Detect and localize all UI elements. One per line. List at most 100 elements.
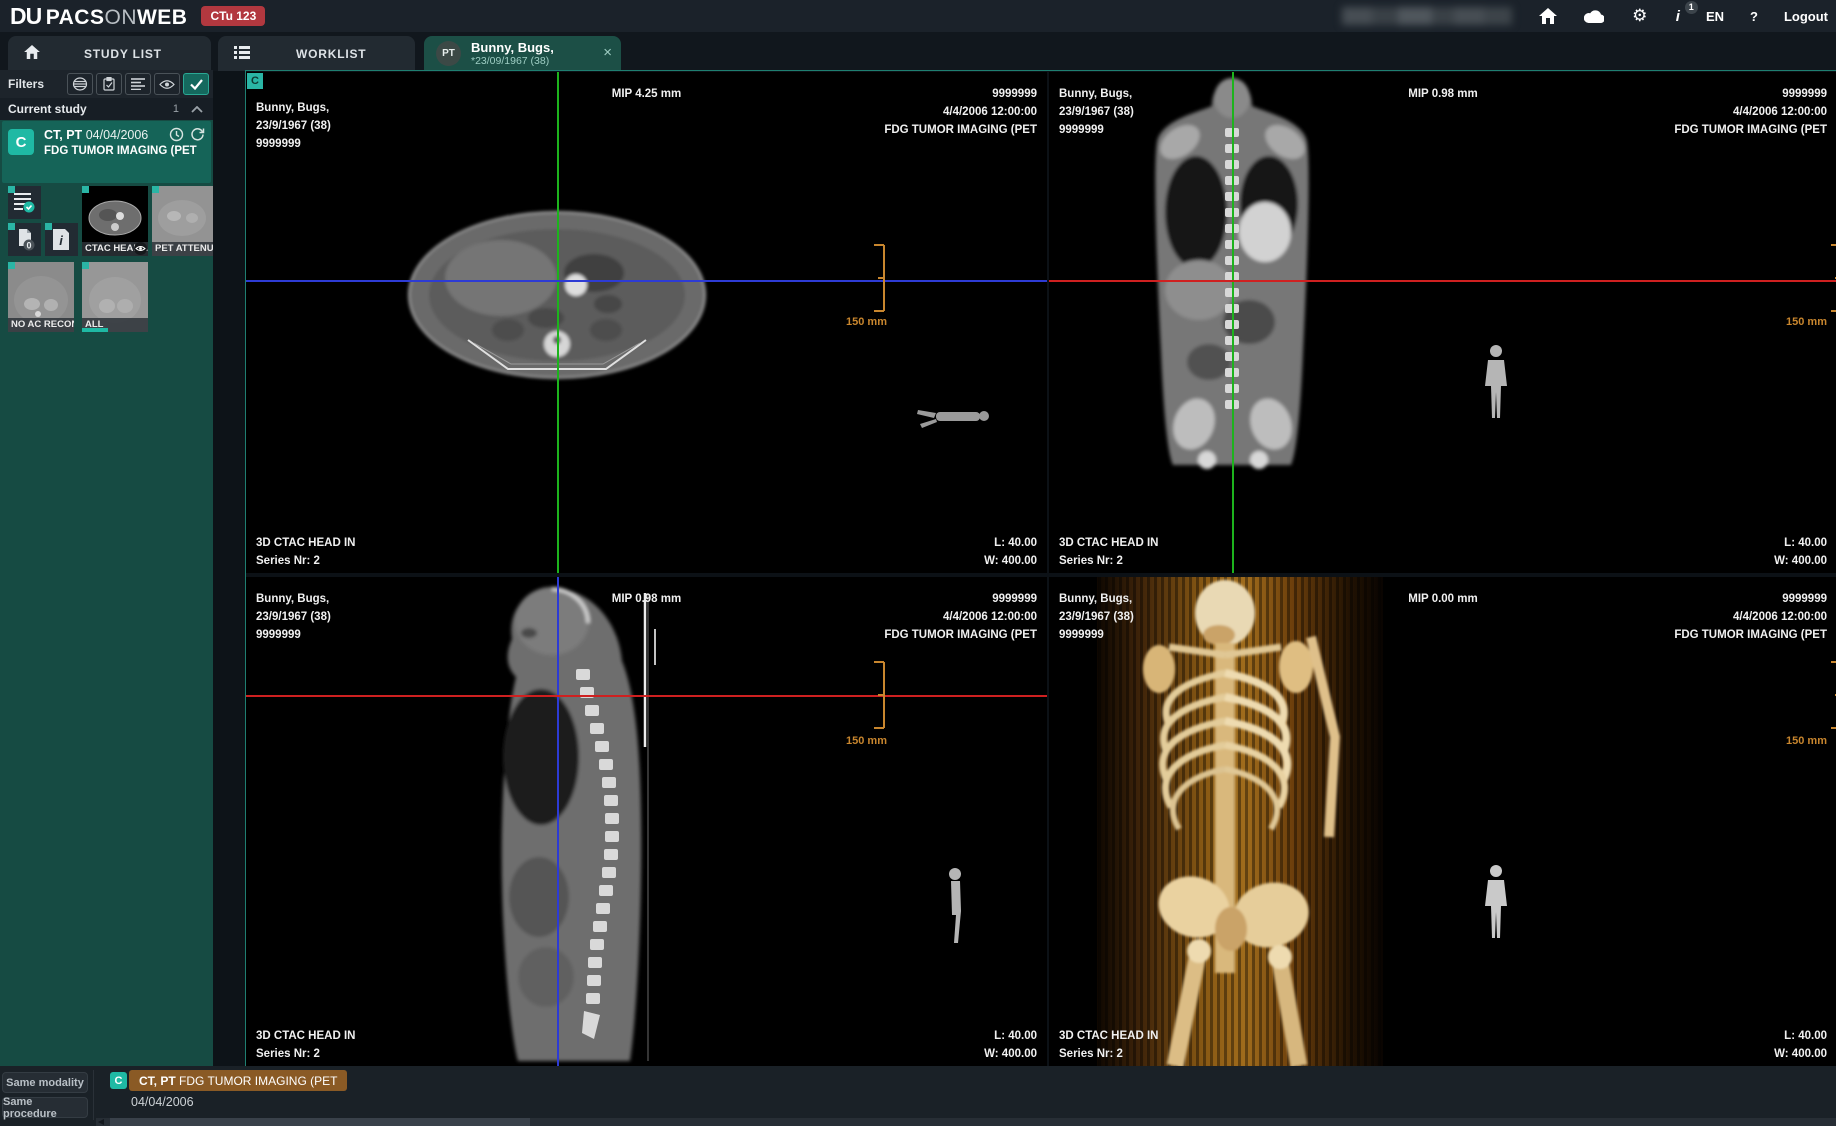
scale-label: 150 mm [1786,735,1827,747]
crosshair-vertical-blue[interactable] [557,577,559,1066]
series-thumbnail-all[interactable]: ALL [82,262,148,332]
scale-label: 150 mm [1786,316,1827,328]
top-bar: DU PACSONWEB CTu 123 ⚙ i 1 EN ? Logout [0,0,1836,32]
scale-ruler [1829,661,1836,729]
scale-ruler [872,661,886,729]
attachments-thumbnail[interactable]: 0 [8,223,41,256]
viewport-sagittal[interactable]: Bunny, Bugs,23/9/1967 (38)9999999 MIP 0.… [246,577,1047,1066]
cloud-icon[interactable] [1584,6,1604,26]
series-thumbnail-noac[interactable]: NO AC RECON [8,262,74,332]
study-modality-date: CT, PT 04/04/2006 [44,128,148,142]
tab-row: STUDY LIST WORKLIST PT Bunny, Bugs, *23/… [0,32,1836,71]
overlay-series-info: 3D CTAC HEAD INSeries Nr: 2 [256,534,355,570]
coronal-ct-image [1049,72,1836,573]
close-icon[interactable]: × [603,44,612,61]
notification-count-badge: 1 [1685,1,1698,14]
same-modality-button[interactable]: Same modality [2,1072,88,1093]
home-icon [24,45,40,62]
info-document-icon: i [52,228,70,251]
pacsonweb-logo: DU PACSONWEB [10,3,187,30]
overlay-study-info: 99999994/4/2006 12:00:00FDG TUMOR IMAGIN… [1674,85,1827,139]
refresh-sync-icon[interactable] [190,127,205,142]
study-count: 1 [173,103,179,115]
overlay-window-level: L: 40.00W: 400.00 [984,1027,1037,1063]
series-sidebar: Filters Current study 1 C CT, PT 04/04/2 [0,70,213,1066]
overlay-series-info: 3D CTAC HEAD INSeries Nr: 2 [1059,534,1158,570]
overlay-window-level: L: 40.00W: 400.00 [984,534,1037,570]
loading-progress-bar [82,328,108,332]
study-c-badge: C [8,129,34,155]
timeline-scrollbar[interactable] [96,1118,1836,1126]
timeline-study-date: 04/04/2006 [131,1095,194,1109]
orientation-figure-front [1485,345,1507,418]
crosshair-vertical-green[interactable] [1232,72,1234,573]
viewport-axial[interactable]: C Bunny, Bugs,23/9/1967 (38)9999999 MIP … [246,72,1047,573]
logo-du: DU [10,3,41,30]
current-study-header[interactable]: Current study 1 [0,98,213,120]
tab-patient[interactable]: PT Bunny, Bugs, *23/09/1967 (38) × [424,36,621,71]
language-selector[interactable]: EN [1706,9,1724,24]
timeline-study-pill[interactable]: CT, PT FDG TUMOR IMAGING (PET [129,1070,347,1091]
svg-text:i: i [59,233,63,248]
version-badge: CTu 123 [201,6,265,26]
attachments-icon: 0 [14,228,36,251]
scrollbar-thumb[interactable] [110,1118,530,1126]
filter-series-icon[interactable] [125,73,151,95]
scale-ruler [1829,244,1836,312]
orientation-lying-figure [917,410,989,428]
crosshair-horizontal-blue[interactable] [246,280,1047,282]
filter-visibility-eye-icon[interactable] [154,73,180,95]
study-info-thumbnail[interactable]: i [45,223,78,256]
filters-bar: Filters [0,70,213,98]
same-procedure-button[interactable]: Same procedure [2,1097,88,1118]
info-icon[interactable]: i 1 [1676,8,1680,25]
visible-eye-icon[interactable] [134,242,147,255]
chevron-up-icon[interactable] [191,106,203,113]
patient-dob: *23/09/1967 (38) [471,55,554,67]
overlay-study-info: 99999994/4/2006 12:00:00FDG TUMOR IMAGIN… [1674,590,1827,644]
volume-render-image [1049,577,1836,1066]
overlay-series-info: 3D CTAC HEAD INSeries Nr: 2 [256,1027,355,1063]
prior-studies-bar: Same modality Same procedure C CT, PT FD… [0,1066,1836,1126]
patient-name: Bunny, Bugs, [471,41,554,55]
filters-label: Filters [8,77,44,91]
study-card[interactable]: C CT, PT 04/04/2006 FDG TUMOR IMAGING (P… [2,121,211,183]
history-clock-icon[interactable] [169,127,184,142]
worklist-icon [234,46,250,62]
report-thumbnail[interactable] [8,186,41,219]
report-icon [13,191,35,213]
home-icon[interactable] [1538,6,1558,26]
logout-button[interactable]: Logout [1784,9,1828,24]
settings-gear-icon[interactable]: ⚙ [1630,6,1650,26]
axial-ct-image [246,72,1047,573]
orientation-figure-side [949,868,961,943]
help-button[interactable]: ? [1750,9,1758,24]
study-description: FDG TUMOR IMAGING (PET [44,145,197,157]
tab-worklist[interactable]: WORKLIST [218,36,415,71]
crosshair-horizontal-red[interactable] [1049,280,1836,282]
series-thumbnail-pet-atten[interactable]: PET ATTENUA... [152,186,213,256]
overlay-patient-info: Bunny, Bugs,23/9/1967 (38)9999999 [256,99,331,153]
scale-ruler [872,244,886,312]
filter-protocol-icon[interactable] [96,73,122,95]
scale-label: 150 mm [846,316,887,328]
scrollbar-left-arrow[interactable] [98,1119,104,1125]
timeline-c-badge: C [110,1072,127,1089]
series-thumbnail-ctac[interactable]: CTAC HEAD... [82,186,148,256]
overlay-window-level: L: 40.00W: 400.00 [1774,534,1827,570]
modality-pt-badge: PT [436,41,461,66]
orientation-figure-front [1485,865,1507,938]
overlay-study-info: 99999994/4/2006 12:00:00FDG TUMOR IMAGIN… [884,590,1037,644]
crosshair-vertical-green[interactable] [557,72,559,573]
overlay-series-info: 3D CTAC HEAD INSeries Nr: 2 [1059,1027,1158,1063]
filter-selected-check-icon[interactable] [183,73,209,95]
viewport-grid: C Bunny, Bugs,23/9/1967 (38)9999999 MIP … [245,70,1836,1066]
filter-bodypart-icon[interactable] [67,73,93,95]
sagittal-ct-image [246,577,1047,1066]
overlay-study-info: 99999994/4/2006 12:00:00FDG TUMOR IMAGIN… [884,85,1037,139]
crosshair-horizontal-red[interactable] [246,695,1047,697]
redacted-username [1342,7,1512,25]
viewport-3d-render[interactable]: Bunny, Bugs,23/9/1967 (38)9999999 MIP 0.… [1049,577,1836,1066]
tab-study-list[interactable]: STUDY LIST [8,36,211,71]
viewport-coronal[interactable]: Bunny, Bugs,23/9/1967 (38)9999999 MIP 0.… [1049,72,1836,573]
